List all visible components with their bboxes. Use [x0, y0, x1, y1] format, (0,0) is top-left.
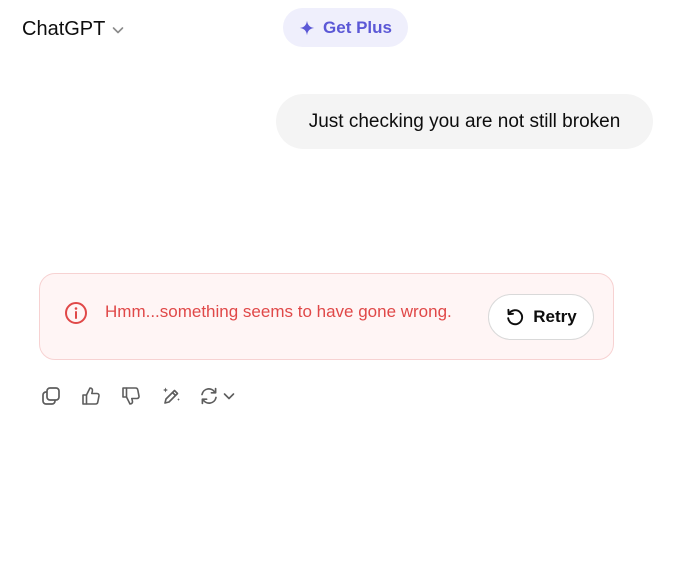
retry-label: Retry [533, 307, 577, 326]
chevron-down-icon [222, 389, 236, 403]
chevron-down-icon [111, 23, 125, 37]
chat-page: ChatGPT Get Plus Just checking you are n… [0, 0, 685, 576]
error-circle-icon [64, 301, 88, 325]
error-message: Hmm...something seems to have gone wrong… [105, 302, 452, 321]
retry-icon [505, 307, 525, 327]
model-name: ChatGPT [22, 17, 106, 40]
get-plus-button[interactable]: Get Plus [283, 8, 408, 47]
model-selector[interactable]: ChatGPT [22, 14, 125, 44]
regenerate-button[interactable] [198, 385, 236, 407]
thumbs-up-button[interactable] [78, 383, 104, 409]
thumbs-down-button[interactable] [118, 383, 144, 409]
error-banner: Hmm...something seems to have gone wrong… [39, 273, 614, 360]
thumbs-up-icon [80, 385, 102, 407]
sparkle-icon [299, 20, 315, 36]
copy-button[interactable] [38, 383, 64, 409]
user-message-text: Just checking you are not still broken [308, 110, 621, 132]
edit-button[interactable] [158, 383, 184, 409]
retry-button[interactable]: Retry [488, 294, 594, 340]
user-message-bubble: Just checking you are not still broken [276, 94, 653, 149]
thumbs-down-icon [120, 385, 142, 407]
edit-sparkle-icon [160, 385, 182, 407]
get-plus-label: Get Plus [323, 17, 392, 37]
message-actions [38, 383, 236, 409]
copy-icon [40, 385, 62, 407]
regenerate-icon [198, 385, 220, 407]
